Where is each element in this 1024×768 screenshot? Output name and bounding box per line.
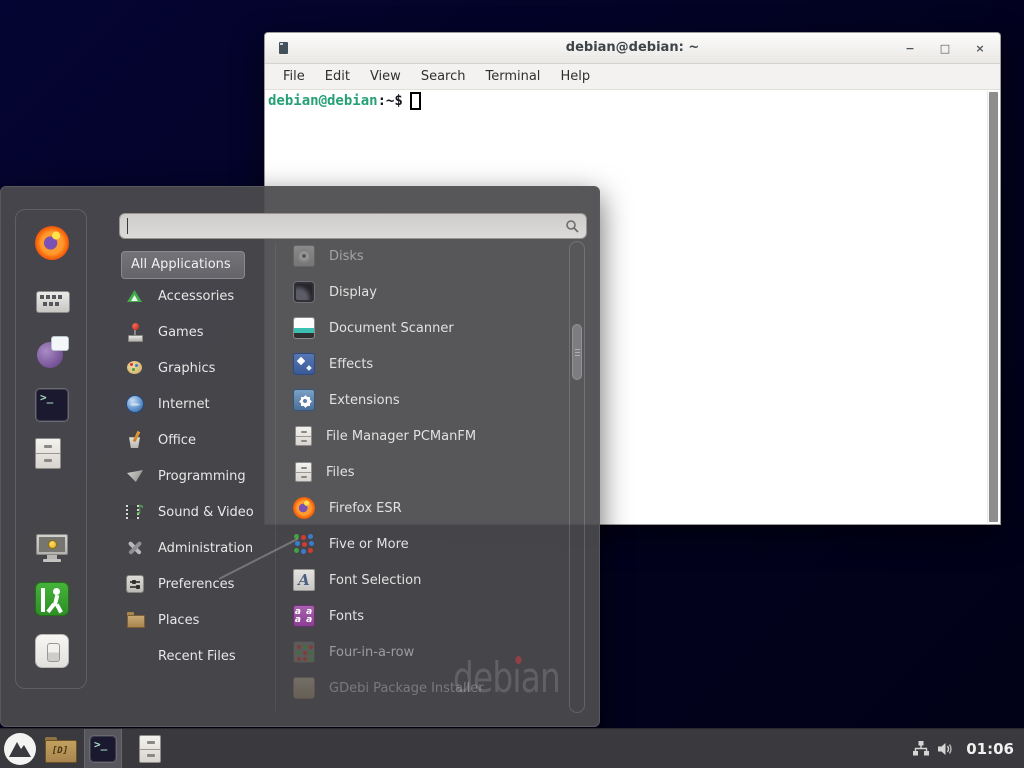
search-input[interactable] <box>119 213 587 239</box>
debian-logo-dot <box>515 656 521 664</box>
application-menu: >_ All Applications Accessories Games Gr… <box>0 186 600 727</box>
category-internet[interactable]: Internet <box>121 386 271 422</box>
app-effects[interactable]: Effects <box>285 346 569 382</box>
category-all-applications[interactable]: All Applications <box>121 251 245 279</box>
category-administration[interactable]: Administration <box>121 530 271 566</box>
menu-file[interactable]: File <box>273 66 315 87</box>
category-places[interactable]: Places <box>121 602 271 638</box>
search-icon <box>565 219 579 233</box>
prompt-suffix: :~$ <box>378 93 403 109</box>
sound-video-icon: ♪ <box>126 503 144 521</box>
font-selection-icon: A <box>293 569 315 591</box>
extensions-icon <box>293 389 315 411</box>
category-programming[interactable]: Programming <box>121 458 271 494</box>
search-wrap <box>119 213 587 239</box>
terminal-scrollbar[interactable] <box>987 91 999 523</box>
app-display[interactable]: Display <box>285 274 569 310</box>
minimize-button[interactable]: − <box>904 42 916 55</box>
menu-button[interactable] <box>0 729 40 768</box>
app-firefox-esr[interactable]: Firefox ESR <box>285 490 569 526</box>
distro-logo-icon <box>3 732 37 766</box>
disks-icon <box>293 245 315 267</box>
menu-edit[interactable]: Edit <box>315 66 360 87</box>
gdebi-icon <box>293 677 315 699</box>
app-font-selection[interactable]: A Font Selection <box>285 562 569 598</box>
lock-screen-icon[interactable] <box>35 530 69 564</box>
keyboard-layout-icon[interactable] <box>35 284 69 318</box>
five-or-more-icon <box>293 533 315 555</box>
category-graphics[interactable]: Graphics <box>121 350 271 386</box>
administration-icon <box>126 539 144 557</box>
shut-down-icon[interactable] <box>35 634 69 668</box>
file-cabinet-icon <box>295 462 312 482</box>
taskbar-terminal-button[interactable]: >_ <box>84 729 122 768</box>
office-icon <box>126 431 144 449</box>
wallpaper-debian-logo: debıan <box>453 653 560 702</box>
games-icon <box>126 323 144 341</box>
favorites-column: >_ <box>15 209 87 689</box>
app-five-or-more[interactable]: Five or More <box>285 526 569 562</box>
category-accessories[interactable]: Accessories <box>121 278 271 314</box>
programming-icon <box>126 467 144 485</box>
terminal-glyph: >_ <box>40 391 53 404</box>
window-controls: − □ × <box>904 33 986 64</box>
folder-icon: [D] <box>45 737 75 761</box>
taskbar-files-button[interactable] <box>130 729 170 768</box>
firefox-icon[interactable] <box>35 226 69 260</box>
category-sound-video[interactable]: ♪ Sound & Video <box>121 494 271 530</box>
menu-view[interactable]: View <box>360 66 411 87</box>
terminal-title: debian@debian: ~ <box>265 40 1000 55</box>
display-icon <box>293 281 315 303</box>
log-out-icon[interactable] <box>35 582 69 616</box>
pane-divider <box>275 243 276 711</box>
maximize-button[interactable]: □ <box>939 42 951 55</box>
file-cabinet-icon <box>295 426 312 446</box>
terminal-scrollbar-thumb[interactable] <box>989 92 998 522</box>
category-preferences[interactable]: Preferences <box>121 566 271 602</box>
places-icon <box>126 611 144 629</box>
close-button[interactable]: × <box>974 42 986 55</box>
terminal-icon: >_ <box>89 735 117 763</box>
menu-scrollbar[interactable] <box>569 241 585 713</box>
pidgin-icon[interactable] <box>35 336 69 370</box>
terminal-prompt: debian@debian:~$ <box>268 92 421 110</box>
text-caret <box>127 218 128 234</box>
desktop-folder-button[interactable]: [D] <box>40 729 80 768</box>
app-disks[interactable]: Disks <box>285 238 569 274</box>
four-in-a-row-icon <box>293 641 315 663</box>
app-extensions[interactable]: Extensions <box>285 382 569 418</box>
fonts-icon: a a a a <box>293 605 315 627</box>
menu-help[interactable]: Help <box>550 66 600 87</box>
menu-search[interactable]: Search <box>411 66 476 87</box>
menu-terminal[interactable]: Terminal <box>475 66 550 87</box>
clock[interactable]: 01:06 <box>960 740 1020 758</box>
terminal-menubar: File Edit View Search Terminal Help <box>265 64 1000 90</box>
category-games[interactable]: Games <box>121 314 271 350</box>
effects-icon <box>293 353 315 375</box>
taskbar: [D] >_ 01:06 <box>0 728 1024 768</box>
document-scanner-icon <box>293 317 315 339</box>
terminal-cursor <box>410 92 421 110</box>
accessories-icon <box>126 287 144 305</box>
menu-scrollbar-thumb[interactable] <box>572 324 582 380</box>
volume-icon[interactable] <box>936 740 954 758</box>
app-files[interactable]: Files <box>285 454 569 490</box>
app-document-scanner[interactable]: Document Scanner <box>285 310 569 346</box>
network-icon[interactable] <box>912 740 930 758</box>
preferences-icon <box>126 575 144 593</box>
internet-icon <box>126 395 144 413</box>
file-cabinet-icon <box>139 735 161 763</box>
app-file-manager-pcmanfm[interactable]: File Manager PCManFM <box>285 418 569 454</box>
category-office[interactable]: Office <box>121 422 271 458</box>
terminal-titlebar[interactable]: debian@debian: ~ − □ × <box>265 33 1000 64</box>
graphics-icon <box>126 359 144 377</box>
file-manager-icon[interactable] <box>35 438 61 469</box>
category-recent-files[interactable]: Recent Files <box>121 638 271 674</box>
app-fonts[interactable]: a a a a Fonts <box>285 598 569 634</box>
firefox-icon <box>293 497 315 519</box>
prompt-user-host: debian@debian <box>268 93 378 109</box>
system-tray: 01:06 <box>912 729 1024 768</box>
terminal-icon[interactable]: >_ <box>35 388 69 422</box>
